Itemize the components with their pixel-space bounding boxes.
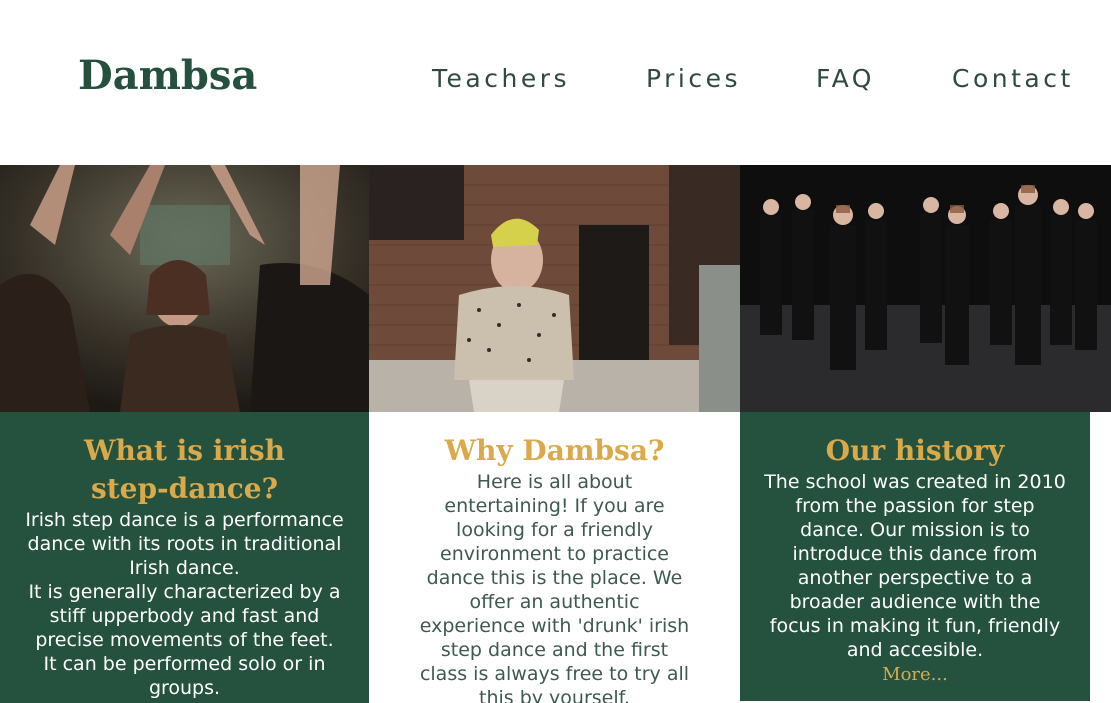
panel-what-is-irish-step-dance: What is irish step-dance? Irish step dan… (0, 412, 369, 703)
nav-prices[interactable]: Prices (646, 64, 741, 93)
nav-faq[interactable]: FAQ (816, 64, 875, 93)
panel-paragraph: The school was created in 2010 from the … (764, 471, 1066, 661)
nav-contact[interactable]: Contact (952, 64, 1074, 93)
more-link[interactable]: More... (740, 664, 1090, 685)
panel-title: Our history (825, 434, 1005, 467)
panel-paragraph: Irish step dance is a performance dance … (25, 509, 344, 579)
site-logo[interactable]: Dambsa (78, 52, 257, 99)
dance-troupe-on-stage-photo (740, 165, 1111, 412)
panel-why-dambsa: Why Dambsa? Here is all about entertaini… (369, 412, 740, 703)
panel-body: Here is all about entertaining! If you a… (417, 470, 692, 703)
panel-title: Why Dambsa? (444, 434, 665, 467)
panel-title: What is irish step-dance? (84, 434, 285, 505)
panel-paragraph: It is generally characterized by a stiff… (28, 581, 341, 651)
person-in-alley-photo (369, 165, 740, 412)
panel-body: The school was created in 2010 from the … (763, 470, 1068, 662)
site-header: Dambsa Teachers Prices FAQ Contact (0, 0, 1111, 165)
panel-paragraph: Here is all about entertaining! If you a… (419, 471, 690, 703)
panel-paragraph: It can be performed solo or in groups. (43, 653, 326, 699)
panel-our-history: Our history The school was created in 20… (740, 412, 1090, 701)
crowd-dancing-photo (0, 165, 369, 412)
panel-body: Irish step dance is a performance dance … (20, 508, 350, 700)
nav-teachers[interactable]: Teachers (432, 64, 570, 93)
